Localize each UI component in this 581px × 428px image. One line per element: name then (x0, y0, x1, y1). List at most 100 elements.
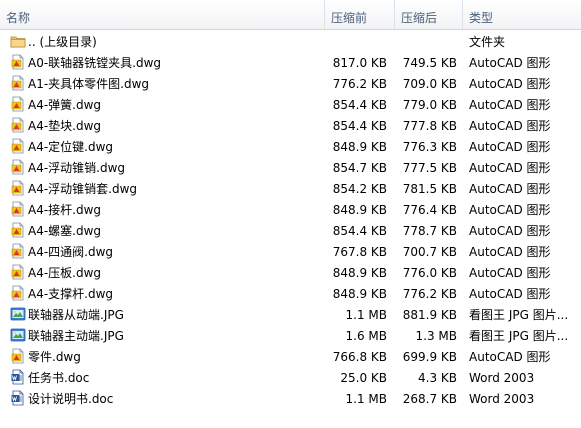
column-header-name[interactable]: 名称 (0, 0, 325, 29)
compressed-size: 777.8 KB (402, 119, 457, 133)
file-row[interactable]: A4-定位键.dwg 848.9 KB 776.3 KB AutoCAD 图形 (0, 137, 581, 158)
file-name: A4-定位键.dwg (28, 140, 114, 154)
column-header-original-size[interactable]: 压缩前 (325, 0, 395, 29)
file-type: AutoCAD 图形 (469, 350, 551, 364)
file-row[interactable]: A4-弹簧.dwg 854.4 KB 779.0 KB AutoCAD 图形 (0, 95, 581, 116)
file-row[interactable]: A0-联轴器铣镗夹具.dwg 817.0 KB 749.5 KB AutoCAD 图形 (0, 53, 581, 74)
file-name-cell: A1-夹具体零件图.dwg (10, 74, 320, 95)
original-size: 1.6 MB (345, 329, 387, 343)
dwg-icon (10, 222, 26, 238)
file-name-cell: A4-浮动锥销.dwg (10, 158, 320, 179)
dwg-icon (10, 285, 26, 301)
file-row[interactable]: A4-支撑杆.dwg 848.9 KB 776.2 KB AutoCAD 图形 (0, 284, 581, 305)
compressed-size: 777.5 KB (402, 161, 457, 175)
file-row[interactable]: A4-垫块.dwg 854.4 KB 777.8 KB AutoCAD 图形 (0, 116, 581, 137)
file-name-cell: A0-联轴器铣镗夹具.dwg (10, 53, 320, 74)
original-size: 776.2 KB (332, 77, 387, 91)
original-size: 854.4 KB (332, 98, 387, 112)
file-name: A4-垫块.dwg (28, 119, 102, 133)
file-type: Word 2003 (469, 371, 535, 385)
dwg-icon (10, 138, 26, 154)
file-name: A4-支撑杆.dwg (28, 287, 114, 301)
file-type: 看图王 JPG 图片... (469, 308, 569, 322)
file-name: 任务书.doc (28, 371, 90, 385)
column-header-compressed-size[interactable]: 压缩后 (395, 0, 463, 29)
file-name: A4-四通阀.dwg (28, 245, 114, 259)
file-type: AutoCAD 图形 (469, 119, 551, 133)
dwg-icon (10, 264, 26, 280)
file-row[interactable]: .. (上级目录) 文件夹 (0, 32, 581, 53)
file-list: .. (上级目录) 文件夹 A0-联轴器铣镗夹具.dwg 817.0 KB 749.5 … (0, 32, 581, 410)
original-size: 854.7 KB (332, 161, 387, 175)
file-type: AutoCAD 图形 (469, 98, 551, 112)
dwg-icon (10, 180, 26, 196)
original-size: 854.4 KB (332, 119, 387, 133)
file-row[interactable]: A4-螺塞.dwg 854.4 KB 778.7 KB AutoCAD 图形 (0, 221, 581, 242)
file-row[interactable]: 联轴器从动端.JPG 1.1 MB 881.9 KB 看图王 JPG 图片... (0, 305, 581, 326)
file-type: AutoCAD 图形 (469, 266, 551, 280)
file-row[interactable]: A4-浮动锥销套.dwg 854.2 KB 781.5 KB AutoCAD 图形 (0, 179, 581, 200)
compressed-size: 700.7 KB (402, 245, 457, 259)
compressed-size: 779.0 KB (402, 98, 457, 112)
file-name: A4-压板.dwg (28, 266, 102, 280)
dwg-icon (10, 54, 26, 70)
compressed-size: 4.3 KB (418, 371, 457, 385)
file-type: 看图王 JPG 图片... (469, 329, 569, 343)
compressed-size: 881.9 KB (402, 308, 457, 322)
jpg-icon (10, 327, 26, 343)
original-size: 854.2 KB (332, 182, 387, 196)
compressed-size: 268.7 KB (402, 392, 457, 406)
original-size: 848.9 KB (332, 266, 387, 280)
compressed-size: 776.0 KB (402, 266, 457, 280)
file-row[interactable]: 零件.dwg 766.8 KB 699.9 KB AutoCAD 图形 (0, 347, 581, 368)
file-name-cell: 设计说明书.doc (10, 389, 320, 410)
file-type: AutoCAD 图形 (469, 245, 551, 259)
file-type: AutoCAD 图形 (469, 287, 551, 301)
file-row[interactable]: 设计说明书.doc 1.1 MB 268.7 KB Word 2003 (0, 389, 581, 410)
file-type: AutoCAD 图形 (469, 161, 551, 175)
file-row[interactable]: 联轴器主动端.JPG 1.6 MB 1.3 MB 看图王 JPG 图片... (0, 326, 581, 347)
file-name: A4-浮动锥销套.dwg (28, 182, 138, 196)
file-name: 设计说明书.doc (28, 392, 114, 406)
file-row[interactable]: A1-夹具体零件图.dwg 776.2 KB 709.0 KB AutoCAD 图形 (0, 74, 581, 95)
original-size: 1.1 MB (345, 308, 387, 322)
dwg-icon (10, 159, 26, 175)
dwg-icon (10, 96, 26, 112)
file-type: AutoCAD 图形 (469, 182, 551, 196)
compressed-size: 1.3 MB (415, 329, 457, 343)
file-name-cell: A4-压板.dwg (10, 263, 320, 284)
file-type: Word 2003 (469, 392, 535, 406)
file-row[interactable]: A4-接杆.dwg 848.9 KB 776.4 KB AutoCAD 图形 (0, 200, 581, 221)
file-name-cell: 任务书.doc (10, 368, 320, 389)
column-header: 名称 压缩前 压缩后 类型 (0, 0, 581, 30)
compressed-size: 749.5 KB (402, 56, 457, 70)
file-name-cell: A4-定位键.dwg (10, 137, 320, 158)
file-name: A1-夹具体零件图.dwg (28, 77, 150, 91)
dwg-icon (10, 201, 26, 217)
original-size: 848.9 KB (332, 140, 387, 154)
file-type: AutoCAD 图形 (469, 140, 551, 154)
original-size: 817.0 KB (332, 56, 387, 70)
file-row[interactable]: A4-浮动锥销.dwg 854.7 KB 777.5 KB AutoCAD 图形 (0, 158, 581, 179)
file-name-cell: A4-弹簧.dwg (10, 95, 320, 116)
doc-icon (10, 369, 26, 385)
file-name: A4-螺塞.dwg (28, 224, 102, 238)
compressed-size: 776.2 KB (402, 287, 457, 301)
file-name-cell: 联轴器从动端.JPG (10, 305, 320, 326)
file-name-cell: .. (上级目录) (10, 32, 320, 53)
file-row[interactable]: 任务书.doc 25.0 KB 4.3 KB Word 2003 (0, 368, 581, 389)
dwg-icon (10, 117, 26, 133)
file-row[interactable]: A4-四通阀.dwg 767.8 KB 700.7 KB AutoCAD 图形 (0, 242, 581, 263)
column-header-type[interactable]: 类型 (463, 0, 581, 29)
file-row[interactable]: A4-压板.dwg 848.9 KB 776.0 KB AutoCAD 图形 (0, 263, 581, 284)
compressed-size: 776.4 KB (402, 203, 457, 217)
compressed-size (395, 32, 457, 53)
original-size: 854.4 KB (332, 224, 387, 238)
file-type: AutoCAD 图形 (469, 56, 551, 70)
original-size: 1.1 MB (345, 392, 387, 406)
compressed-size: 776.3 KB (402, 140, 457, 154)
file-name-cell: A4-四通阀.dwg (10, 242, 320, 263)
file-name-cell: A4-接杆.dwg (10, 200, 320, 221)
file-type: 文件夹 (469, 35, 506, 49)
file-name-cell: 零件.dwg (10, 347, 320, 368)
